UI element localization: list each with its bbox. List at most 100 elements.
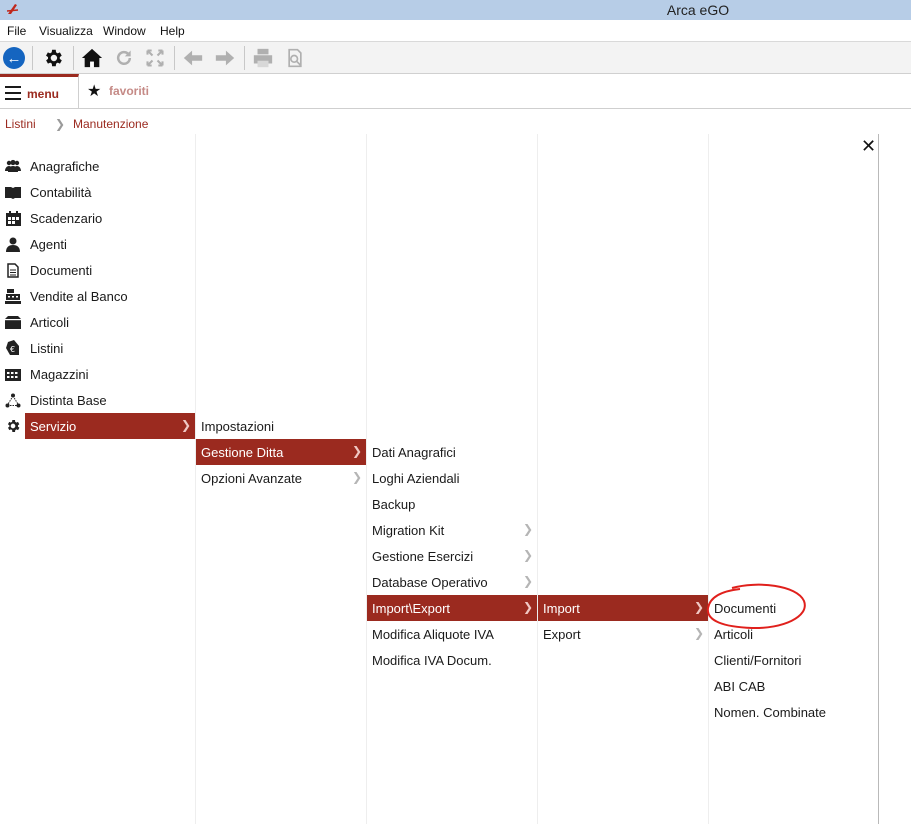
menu-item-gestione-ditta[interactable]: Gestione Ditta ❯ (196, 439, 366, 465)
menu-item-label: Contabilità (30, 184, 92, 200)
tab-menu[interactable]: menu (0, 74, 79, 109)
document-icon (4, 261, 22, 279)
users-icon (4, 157, 22, 175)
title-bar: Arca eGO (0, 0, 911, 20)
menu-item-database-operativo[interactable]: Database Operativo ❯ (367, 569, 537, 595)
menu-item-impostazioni[interactable]: Impostazioni (196, 413, 366, 439)
menu-item-label: Impostazioni (201, 418, 274, 434)
menu-item-articoli[interactable]: Articoli (0, 309, 195, 335)
hamburger-icon (5, 86, 21, 100)
menu-help[interactable]: Help (160, 24, 185, 38)
menu-item-loghi-aziendali[interactable]: Loghi Aziendali (367, 465, 537, 491)
menu-item-import-export[interactable]: Import\Export ❯ (367, 595, 537, 621)
cash-register-icon (4, 287, 22, 305)
menu-file[interactable]: File (7, 24, 26, 38)
gear-icon (46, 49, 62, 67)
nav-forward-button[interactable] (213, 46, 237, 70)
menu-item-documenti[interactable]: Documenti (0, 257, 195, 283)
tab-favoriti-label: favoriti (109, 84, 150, 98)
menu-item-opzioni-avanzate[interactable]: Opzioni Avanzate ❯ (196, 465, 366, 491)
tab-menu-label: menu (27, 87, 60, 101)
menu-item-export[interactable]: Export ❯ (538, 621, 708, 647)
menu-visualizza[interactable]: Visualizza (39, 24, 93, 38)
warehouse-icon (4, 365, 22, 383)
home-icon (81, 48, 103, 68)
menu-bar: File Visualizza Window Help (0, 20, 911, 42)
agent-icon (4, 235, 22, 253)
menu-item-label: Clienti/Fornitori (714, 652, 802, 668)
refresh-button[interactable] (112, 46, 136, 70)
nav-back-button[interactable] (181, 46, 205, 70)
print-button[interactable] (251, 46, 275, 70)
back-button[interactable]: ← (2, 46, 26, 70)
breadcrumb-item-manutenzione[interactable]: Manutenzione (73, 117, 148, 131)
menu-item-import[interactable]: Import ❯ (538, 595, 708, 621)
tab-strip: menu ★ favoriti (0, 74, 911, 109)
menu-item-label: Gestione Esercizi (372, 548, 474, 564)
menu-item-nomen-combinate-import[interactable]: Nomen. Combinate (709, 699, 877, 725)
menu-item-label: Loghi Aziendali (372, 470, 460, 486)
menu-item-label: Dati Anagrafici (372, 444, 456, 460)
menu-item-servizio[interactable]: Servizio ❯ (25, 413, 195, 439)
hierarchy-icon (4, 391, 22, 409)
menu-item-scadenzario[interactable]: Scadenzario (0, 205, 195, 231)
menu-item-label: Nomen. Combinate (714, 704, 826, 720)
menu-item-modifica-aliquote-iva[interactable]: Modifica Aliquote IVA (367, 621, 537, 647)
menu-item-label: Backup (372, 496, 416, 512)
close-icon[interactable]: ✕ (861, 136, 876, 156)
menu-item-contabilita[interactable]: Contabilità (0, 179, 195, 205)
box-icon (4, 313, 22, 331)
menu-item-distinta-base[interactable]: Distinta Base (0, 387, 195, 413)
menu-item-label: Modifica IVA Docum. (372, 652, 492, 668)
menu-item-label: Anagrafiche (30, 158, 100, 174)
chevron-right-icon: ❯ (180, 418, 191, 432)
menu-item-agenti[interactable]: Agenti (0, 231, 195, 257)
chevron-right-icon: ❯ (55, 117, 66, 131)
chevron-right-icon: ❯ (522, 574, 533, 588)
menu-item-modifica-iva-docum[interactable]: Modifica IVA Docum. (367, 647, 537, 673)
menu-item-label: Import\Export (372, 600, 451, 616)
settings-button[interactable] (41, 46, 65, 70)
tab-favoriti[interactable]: ★ favoriti (80, 74, 200, 109)
menu-item-label: Modifica Aliquote IVA (372, 626, 494, 642)
print-icon (253, 48, 273, 68)
toolbar-separator (244, 46, 245, 70)
menu-item-label: Database Operativo (372, 574, 488, 590)
toolbar: ← (0, 42, 911, 74)
home-button[interactable] (80, 46, 104, 70)
menu-item-listini[interactable]: € Listini (0, 335, 195, 361)
menu-item-clienti-fornitori-import[interactable]: Clienti/Fornitori (709, 647, 877, 673)
menu-item-label: Distinta Base (30, 392, 107, 408)
fullscreen-button[interactable] (143, 46, 167, 70)
menu-item-label: Import (543, 600, 580, 616)
chevron-right-icon: ❯ (351, 470, 362, 484)
menu-item-magazzini[interactable]: Magazzini (0, 361, 195, 387)
chevron-right-icon: ❯ (522, 600, 533, 614)
print-preview-icon (288, 48, 302, 68)
menu-item-label: Documenti (30, 262, 93, 278)
menu-item-label: Scadenzario (30, 210, 103, 226)
print-preview-button[interactable] (283, 46, 307, 70)
menu-item-label: Servizio (30, 418, 77, 434)
annotation-circle (706, 583, 806, 630)
column-divider (537, 134, 538, 824)
menu-item-backup[interactable]: Backup (367, 491, 537, 517)
menu-item-label: Articoli (30, 314, 70, 330)
menu-item-migration-kit[interactable]: Migration Kit ❯ (367, 517, 537, 543)
breadcrumb-item-listini[interactable]: Listini (5, 117, 36, 131)
toolbar-separator (174, 46, 175, 70)
menu-window[interactable]: Window (103, 24, 146, 38)
menu-item-dati-anagrafici[interactable]: Dati Anagrafici (367, 439, 537, 465)
calendar-icon (4, 209, 22, 227)
menu-item-label: Opzioni Avanzate (201, 470, 302, 486)
toolbar-separator (73, 46, 74, 70)
toolbar-separator (32, 46, 33, 70)
menu-item-abi-cab-import[interactable]: ABI CAB (709, 673, 877, 699)
menu-item-label: Vendite al Banco (30, 288, 128, 304)
menu-item-label: Magazzini (30, 366, 89, 382)
menu-item-vendite-al-banco[interactable]: Vendite al Banco (0, 283, 195, 309)
gear-icon (4, 417, 22, 435)
menu-item-gestione-esercizi[interactable]: Gestione Esercizi ❯ (367, 543, 537, 569)
menu-item-anagrafiche[interactable]: Anagrafiche (0, 153, 195, 179)
menu-item-label: Migration Kit (372, 522, 445, 538)
